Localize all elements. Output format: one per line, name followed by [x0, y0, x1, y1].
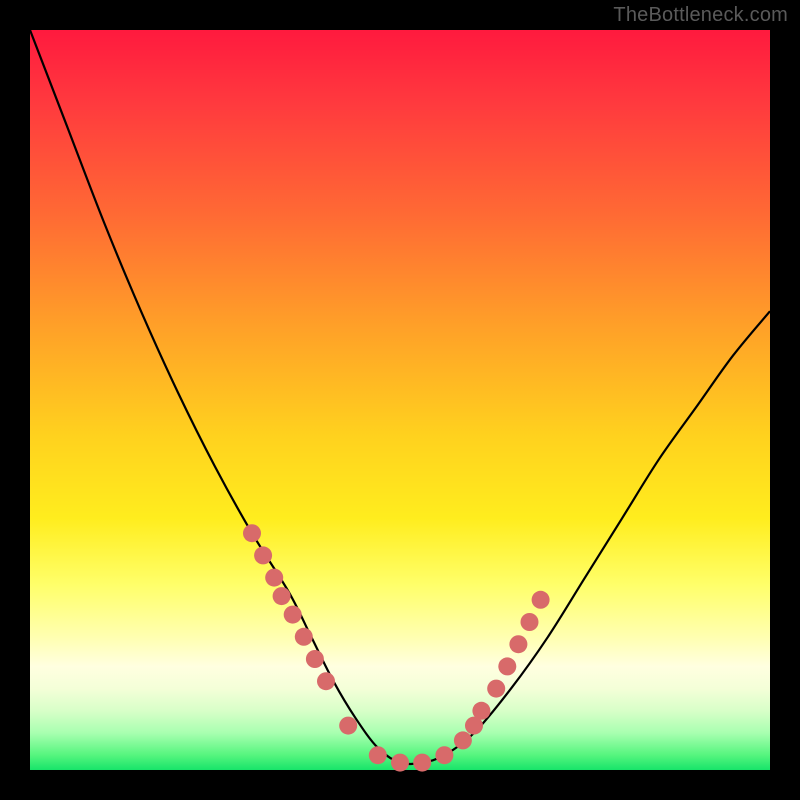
- marker-point: [435, 746, 453, 764]
- plot-area: [30, 30, 770, 770]
- marker-point: [273, 587, 291, 605]
- marker-point: [306, 650, 324, 668]
- marker-point: [243, 524, 261, 542]
- marker-point: [532, 591, 550, 609]
- marker-point: [295, 628, 313, 646]
- watermark-text: TheBottleneck.com: [613, 4, 788, 27]
- marker-point: [454, 731, 472, 749]
- marker-point: [369, 746, 387, 764]
- marker-point: [509, 635, 527, 653]
- curve-layer: [30, 30, 770, 770]
- marker-point: [521, 613, 539, 631]
- marker-point: [339, 717, 357, 735]
- marker-point: [265, 569, 283, 587]
- marker-point: [284, 606, 302, 624]
- marker-point: [391, 754, 409, 772]
- bottleneck-curve: [30, 30, 770, 764]
- marker-point: [317, 672, 335, 690]
- marker-point: [498, 657, 516, 675]
- chart-frame: TheBottleneck.com: [0, 0, 800, 800]
- marker-point: [487, 680, 505, 698]
- marker-point: [472, 702, 490, 720]
- marker-point: [254, 546, 272, 564]
- sample-markers: [243, 524, 550, 771]
- marker-point: [413, 754, 431, 772]
